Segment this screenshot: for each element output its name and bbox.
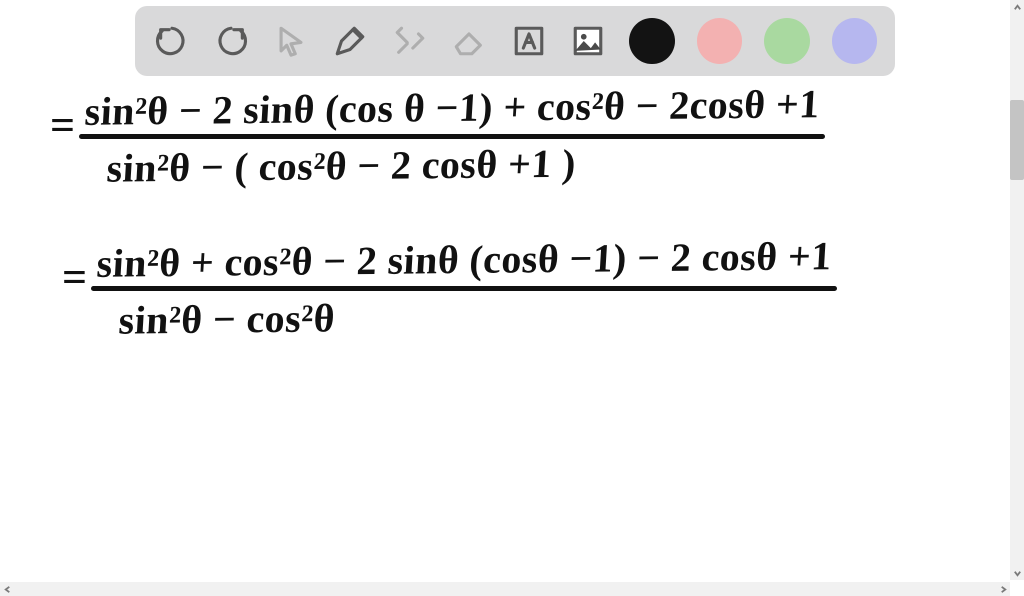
scroll-right-button[interactable] [996,582,1010,596]
fraction-bar [91,286,837,291]
vertical-scrollbar-thumb[interactable] [1010,100,1024,180]
chevron-up-icon [1013,3,1022,12]
horizontal-scrollbar-track[interactable] [0,582,1010,596]
denominator-1: sin²θ − ( cos²θ − 2 cosθ +1 ) [78,139,828,191]
scroll-down-button[interactable] [1010,566,1024,580]
chevron-right-icon [999,585,1008,594]
equals-sign: = [62,253,87,302]
scroll-up-button[interactable] [1010,0,1024,14]
fraction-1: sin²θ − 2 sinθ (cos θ −1) + cos²θ − 2cos… [79,86,825,187]
fraction-bar [79,134,825,139]
equation-line-2: = sin²θ + cos²θ − 2 sinθ (cosθ −1) − 2 c… [62,238,837,339]
denominator-2: sin²θ − cos²θ [90,291,840,343]
fraction-2: sin²θ + cos²θ − 2 sinθ (cosθ −1) − 2 cos… [91,238,837,339]
chevron-left-icon [3,585,12,594]
equation-line-1: = sin²θ − 2 sinθ (cos θ −1) + cos²θ − 2c… [50,86,825,187]
vertical-scrollbar-track[interactable] [1010,0,1024,580]
chevron-down-icon [1013,569,1022,578]
numerator-1: sin²θ − 2 sinθ (cos θ −1) + cos²θ − 2cos… [78,82,828,134]
scroll-left-button[interactable] [0,582,14,596]
drawing-canvas[interactable]: = sin²θ − 2 sinθ (cos θ −1) + cos²θ − 2c… [0,0,1014,580]
numerator-2: sin²θ + cos²θ − 2 sinθ (cosθ −1) − 2 cos… [90,234,840,286]
equals-sign: = [50,101,75,150]
